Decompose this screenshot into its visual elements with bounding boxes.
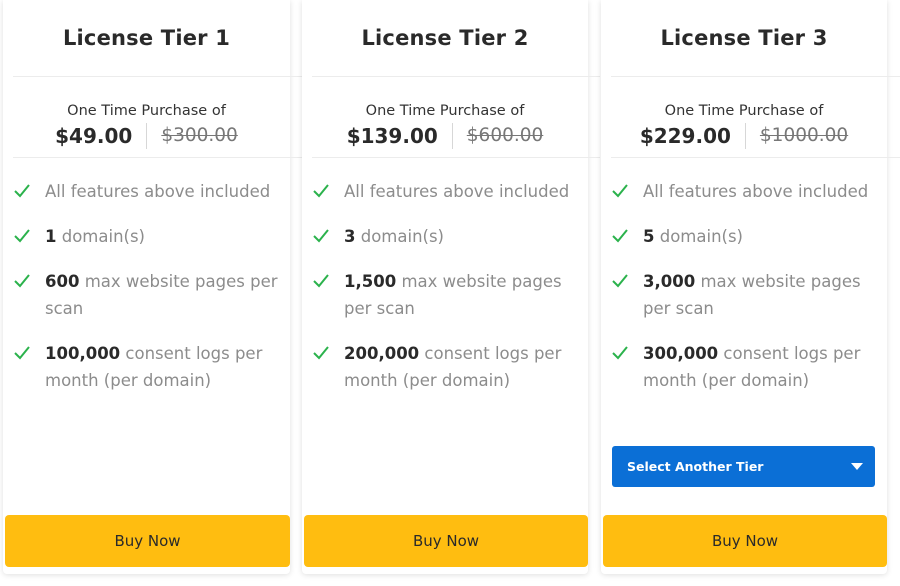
tier-title: License Tier 3 — [660, 26, 828, 50]
price: $229.00 — [640, 123, 746, 149]
feature-item: All features above included — [609, 178, 877, 205]
feature-text: domain(s) — [355, 227, 444, 246]
feature-highlight: 1,500 — [344, 272, 397, 291]
pricing-card-tier-2: License Tier 2 One Time Purchase of $139… — [302, 0, 600, 574]
price-row: $139.00 $600.00 — [302, 122, 588, 150]
pricing-card-tier-3: License Tier 3 One Time Purchase of $229… — [601, 0, 900, 574]
feature-item: 1,500 max website pages per scan — [310, 268, 578, 322]
tier-title: License Tier 2 — [361, 26, 529, 50]
price: $49.00 — [55, 123, 148, 149]
divider — [312, 76, 600, 77]
divider — [13, 76, 302, 77]
check-icon — [14, 184, 30, 198]
feature-highlight: 3 — [344, 227, 356, 246]
feature-item: 1 domain(s) — [11, 223, 280, 250]
check-icon — [14, 229, 30, 243]
divider — [611, 76, 900, 77]
feature-highlight: 5 — [643, 227, 655, 246]
purchase-label: One Time Purchase of — [365, 103, 525, 119]
select-another-tier-dropdown[interactable]: Select Another Tier — [612, 446, 875, 487]
feature-item: 300,000 consent logs per month (per doma… — [609, 340, 877, 394]
tier-title: License Tier 1 — [62, 26, 231, 50]
old-price: $300.00 — [161, 125, 238, 146]
old-price: $600.00 — [466, 125, 544, 146]
price: $139.00 — [347, 123, 453, 149]
feature-item: 3 domain(s) — [310, 223, 578, 250]
feature-highlight: 200,000 — [344, 344, 420, 363]
buy-now-button[interactable]: Buy Now — [5, 515, 290, 567]
divider — [312, 157, 600, 158]
check-icon — [612, 346, 628, 360]
feature-highlight: 600 — [45, 272, 80, 291]
feature-highlight: 100,000 — [45, 344, 121, 363]
check-icon — [14, 274, 30, 288]
feature-highlight: 3,000 — [643, 272, 696, 291]
check-icon — [313, 184, 329, 198]
feature-item: 100,000 consent logs per month (per doma… — [11, 340, 280, 394]
buy-now-button[interactable]: Buy Now — [304, 515, 588, 567]
feature-item: 200,000 consent logs per month (per doma… — [310, 340, 578, 394]
feature-highlight: 1 — [45, 227, 57, 246]
feature-item: All features above included — [310, 178, 578, 205]
check-icon — [612, 229, 628, 243]
feature-text: domain(s) — [654, 227, 743, 246]
feature-text: domain(s) — [56, 227, 145, 246]
price-row: $49.00 $300.00 — [3, 122, 290, 150]
feature-text: All features above included — [643, 182, 869, 201]
price-row: $229.00 $1000.00 — [601, 122, 887, 150]
check-icon — [612, 184, 628, 198]
check-icon — [313, 274, 329, 288]
feature-item: All features above included — [11, 178, 280, 205]
select-tier-label: Select Another Tier — [627, 459, 764, 474]
check-icon — [612, 274, 628, 288]
feature-item: 600 max website pages per scan — [11, 268, 280, 322]
feature-list: All features above included 3 domain(s) … — [310, 178, 578, 412]
feature-list: All features above included 1 domain(s) … — [11, 178, 280, 412]
feature-list: All features above included 5 domain(s) … — [609, 178, 877, 412]
feature-text: All features above included — [344, 182, 570, 201]
feature-highlight: 300,000 — [643, 344, 719, 363]
purchase-label: One Time Purchase of — [67, 103, 226, 119]
feature-item: 5 domain(s) — [609, 223, 877, 250]
divider — [13, 157, 302, 158]
old-price: $1000.00 — [759, 125, 849, 146]
check-icon — [313, 346, 329, 360]
divider — [611, 157, 900, 158]
pricing-card-tier-1: License Tier 1 One Time Purchase of $49.… — [3, 0, 302, 574]
check-icon — [313, 229, 329, 243]
feature-text: All features above included — [45, 182, 271, 201]
buy-now-button[interactable]: Buy Now — [603, 515, 887, 567]
caret-down-icon — [851, 463, 863, 470]
purchase-label: One Time Purchase of — [664, 103, 824, 119]
feature-item: 3,000 max website pages per scan — [609, 268, 877, 322]
check-icon — [14, 346, 30, 360]
feature-text: max website pages per scan — [45, 272, 278, 318]
